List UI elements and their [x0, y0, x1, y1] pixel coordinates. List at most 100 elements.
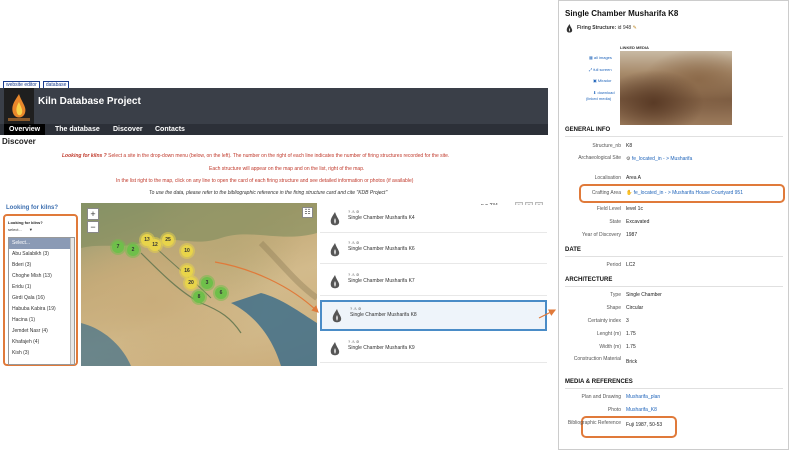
mirador-label: Mirador	[597, 78, 612, 83]
field-label: Type	[610, 292, 621, 298]
crafting-area-link[interactable]: ✋ fe_located_in - > Musharifa House Cour…	[626, 190, 743, 196]
all-images-link[interactable]: ▦ all images	[589, 55, 612, 60]
map-cluster[interactable]: 8	[193, 291, 205, 303]
plan-drawing-link[interactable]: Musharifa_plan	[626, 394, 660, 400]
map-cluster[interactable]: 25	[162, 234, 174, 246]
map-cluster[interactable]: 7	[112, 241, 124, 253]
all-images-label: all images	[593, 55, 612, 60]
kiln-logo-icon[interactable]	[4, 88, 34, 124]
site-option[interactable]: Choghe Mish (13)	[9, 271, 74, 282]
firing-structure-id: Firing Structure: id 948 ✎	[577, 25, 637, 31]
site-option[interactable]: Jemdet Nasr (4)	[9, 326, 74, 337]
result-label: Single Chamber Musharifa K6	[348, 246, 415, 252]
field-label: Width (m)	[599, 344, 621, 350]
site-option[interactable]: Khafajeh (4)	[9, 337, 74, 348]
site-option[interactable]: Eridu (1)	[9, 282, 74, 293]
main-nav: Overview The database Discover Contacts	[0, 124, 548, 135]
site-list[interactable]: Select... Abu Salabikh (3) Bderi (3) Cho…	[8, 237, 75, 365]
full-screen-label: full screen	[593, 67, 612, 72]
map-cluster[interactable]: 2	[127, 244, 139, 256]
nav-the-database[interactable]: The database	[50, 124, 105, 135]
structure-card: Single Chamber Musharifa K8 Firing Struc…	[558, 0, 789, 450]
site-option[interactable]: Habuba Kabira (19)	[9, 304, 74, 315]
field-label: Bibliographic Reference	[567, 420, 621, 426]
field-value: 1987	[626, 232, 638, 238]
map-cluster[interactable]: 10	[181, 245, 193, 257]
field-label: Photo	[607, 407, 621, 413]
zoom-out-button[interactable]: −	[87, 221, 99, 233]
field-label: Year of Discovery	[582, 232, 621, 238]
field-label: Field Level	[596, 206, 621, 212]
download-link[interactable]: ⬇ download	[593, 90, 615, 95]
nav-contacts[interactable]: Contacts	[150, 124, 190, 135]
firing-structure-label: Firing Structure:	[577, 25, 617, 31]
result-label: Single Chamber Musharifa K8	[350, 312, 417, 318]
field-value: Area A	[626, 175, 642, 181]
linked-media-title: LINKED MEDIA	[620, 45, 649, 50]
site-header: Kiln Database Project	[0, 88, 548, 124]
archaeological-site-link[interactable]: ⚙ fe_located_in - > Musharifa	[626, 156, 692, 162]
result-row-selected[interactable]: ? ⚠ ⊘ Single Chamber Musharifa K8	[320, 300, 547, 331]
full-screen-link[interactable]: ⤢ full screen	[589, 67, 612, 72]
linked-media-link[interactable]: (linked media)	[586, 96, 611, 101]
site-option[interactable]: Abu Salabikh (3)	[9, 249, 74, 260]
divider	[565, 286, 783, 287]
result-label: Single Chamber Musharifa K7	[348, 278, 415, 284]
looking-for-kilns-title: Looking for kilns?	[6, 205, 58, 211]
site-dropdown-value: select...	[8, 227, 22, 232]
layers-icon[interactable]: ☷	[302, 207, 313, 218]
field-label: Plan and Drawing	[581, 394, 621, 400]
result-row[interactable]: ? ⚠ ⊘ Single Chamber Musharifa K4	[320, 205, 547, 233]
architecture-title: ARCHITECTURE	[565, 277, 613, 283]
kiln-photo[interactable]	[620, 51, 732, 125]
map[interactable]: + − ☷ 13 25 12 7 2 10 6 8 16 20 3	[81, 203, 317, 366]
nav-discover[interactable]: Discover	[108, 124, 148, 135]
row-status-icons: ? ⚠ ⊘	[350, 306, 362, 311]
site-option[interactable]: Bderi (3)	[9, 260, 74, 271]
result-label: Single Chamber Musharifa K4	[348, 215, 415, 221]
site-list-scrollbar[interactable]	[70, 238, 74, 364]
mirador-link[interactable]: ▣ Mirador	[593, 78, 611, 83]
map-cluster[interactable]: 6	[215, 287, 227, 299]
field-label: Structure_nb	[592, 143, 621, 149]
site-dropdown[interactable]: select... ▼	[8, 227, 48, 233]
media-references-title: MEDIA & REFERENCES	[565, 379, 633, 385]
map-cluster[interactable]: 12	[149, 239, 161, 251]
instructions-line-4: To use the data, please refer to the bib…	[149, 190, 388, 196]
divider	[565, 256, 783, 257]
site-option[interactable]: Girdi Qala (16)	[9, 293, 74, 304]
nav-overview[interactable]: Overview	[4, 124, 46, 135]
field-value: LC2	[626, 262, 636, 268]
instructions-line-2: Each structure will appear on the map an…	[209, 166, 365, 172]
firing-structure-value: id 948	[617, 25, 632, 31]
photo-link[interactable]: Musharifa_K8	[626, 407, 657, 413]
field-label: Archaeological Site	[578, 155, 621, 161]
site-option[interactable]: Select...	[9, 238, 74, 249]
flame-icon	[566, 24, 573, 33]
pencil-icon[interactable]: ✎	[633, 25, 637, 31]
result-row[interactable]: ? ⚠ ⊘ Single Chamber Musharifa K9	[320, 335, 547, 363]
flame-icon	[330, 275, 340, 289]
archaeological-site-value: fe_located_in - > Musharifa	[631, 156, 693, 162]
field-value: Circular	[626, 305, 644, 311]
instructions-text-1: Select a site in the drop-down menu (bel…	[108, 153, 450, 159]
map-cluster[interactable]: 16	[181, 265, 193, 277]
field-value: 1.75	[626, 344, 636, 350]
result-row[interactable]: ? ⚠ ⊘ Single Chamber Musharifa K6	[320, 236, 547, 264]
field-value: level 1c	[626, 206, 643, 212]
zoom-in-button[interactable]: +	[87, 208, 99, 220]
map-cluster[interactable]: 3	[201, 277, 213, 289]
site-option[interactable]: Hacina (1)	[9, 315, 74, 326]
instructions-line-1: Looking for kilns ? Select a site in the…	[62, 153, 449, 159]
row-status-icons: ? ⚠ ⊘	[348, 209, 360, 214]
hand-icon: ✋	[626, 190, 634, 196]
row-status-icons: ? ⚠ ⊘	[348, 272, 360, 277]
page: website editor database Kiln Database Pr…	[0, 0, 789, 450]
site-option[interactable]: Kish (3)	[9, 348, 74, 359]
map-cluster[interactable]: 20	[185, 277, 197, 289]
field-value: Fuji 1987, 50-53	[626, 422, 663, 428]
date-title: DATE	[565, 247, 581, 253]
result-row[interactable]: ? ⚠ ⊘ Single Chamber Musharifa K7	[320, 268, 547, 296]
field-label: Localisation	[594, 175, 621, 181]
row-status-icons: ? ⚠ ⊘	[348, 240, 360, 245]
